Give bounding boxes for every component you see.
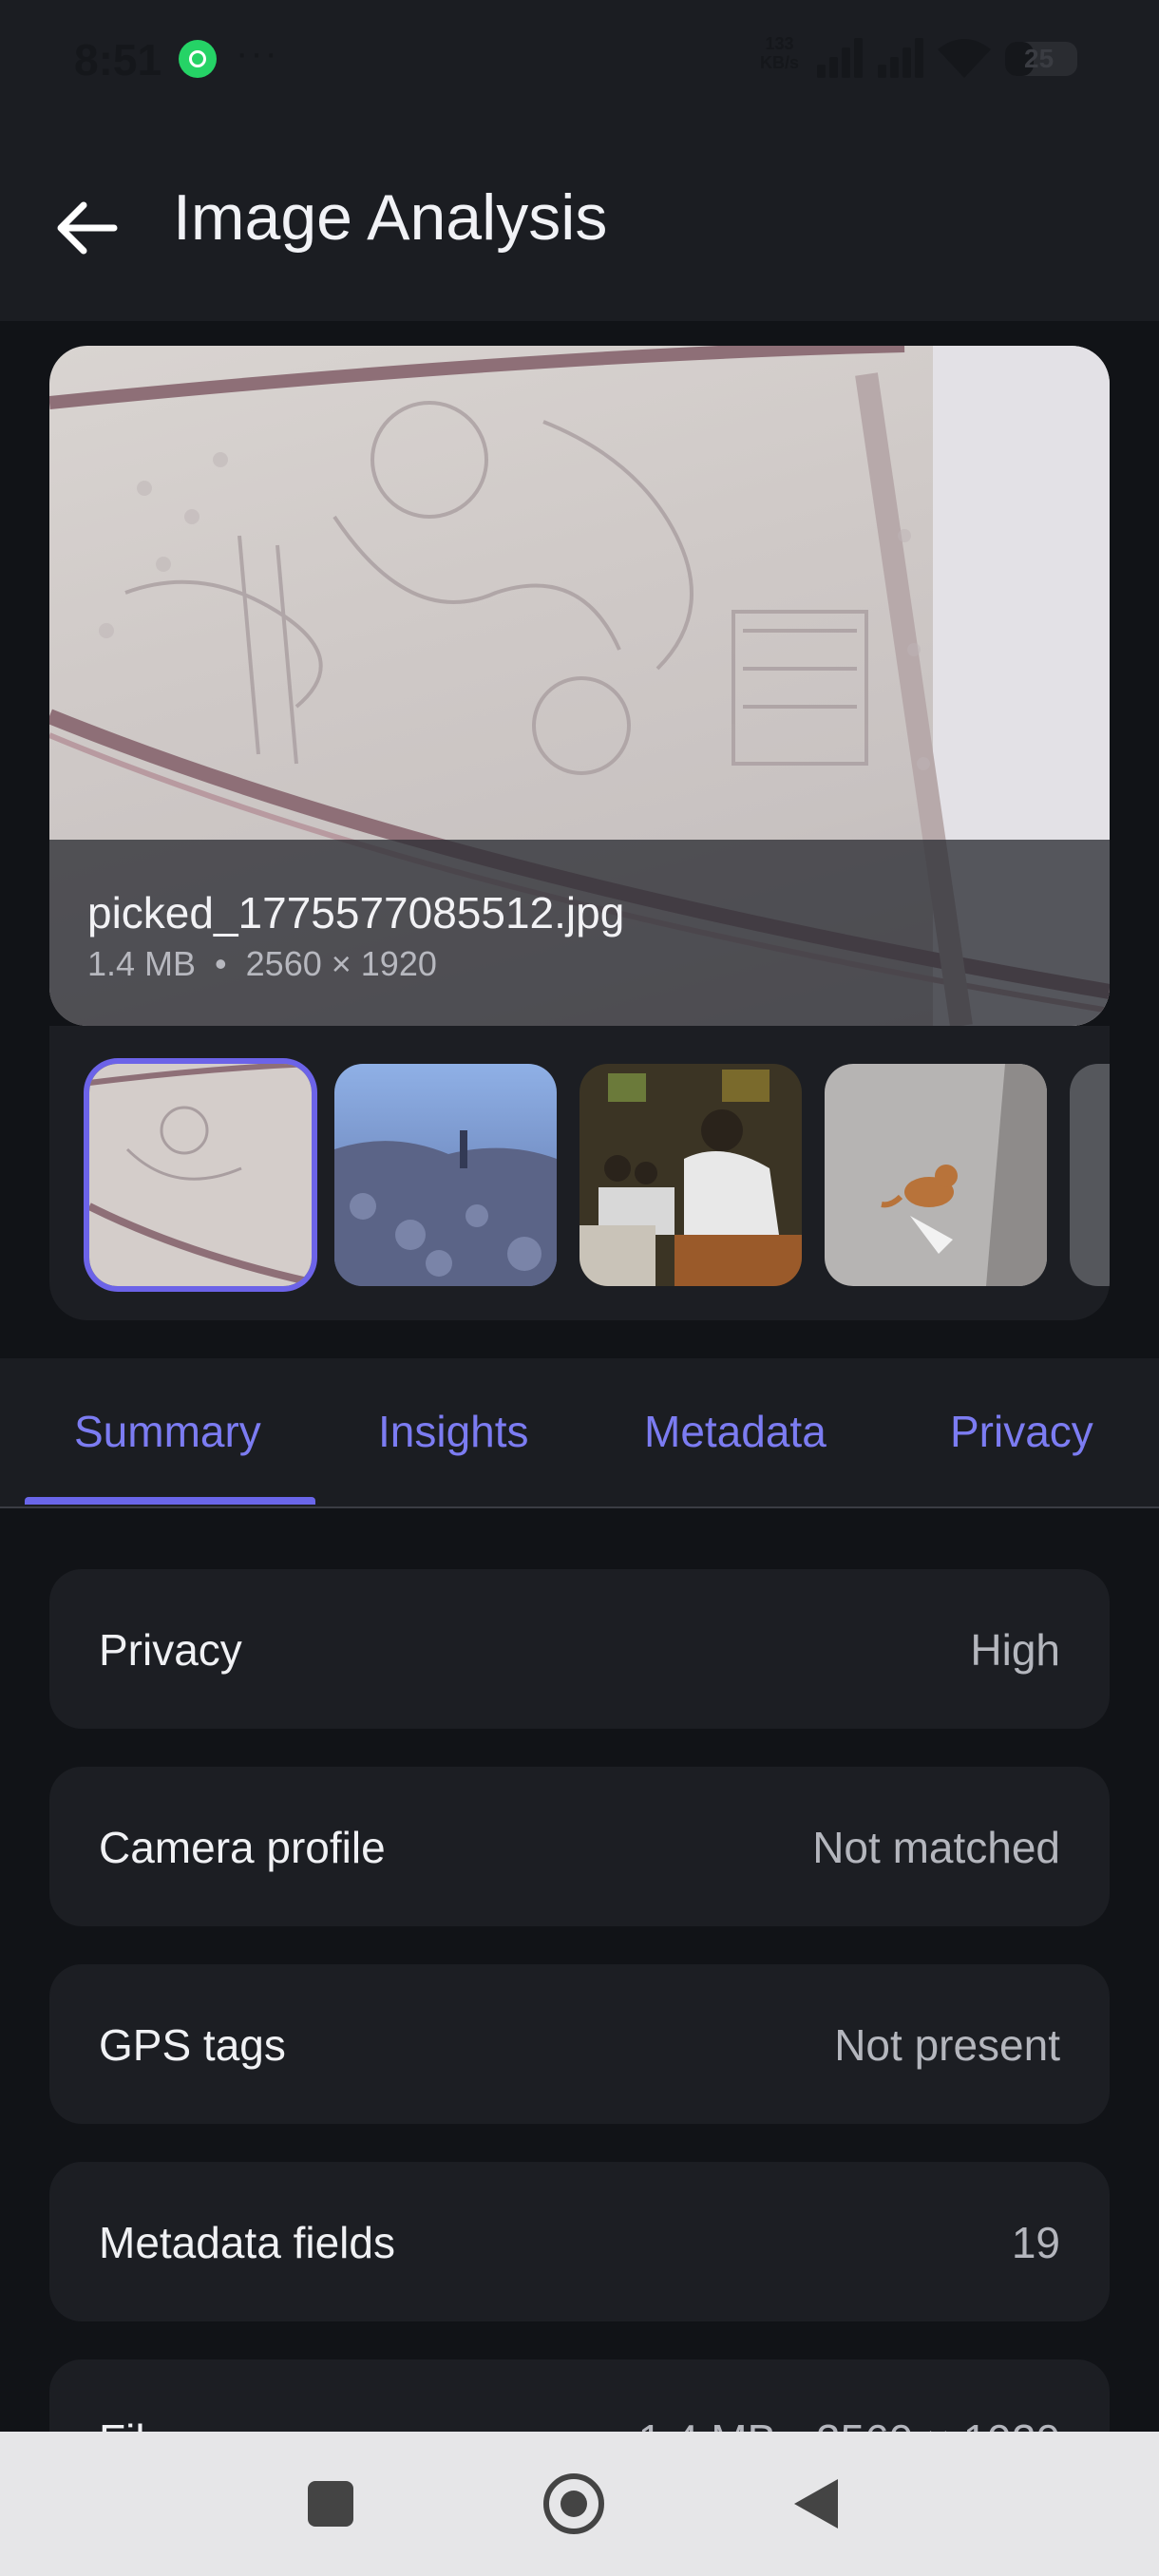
active-tab-indicator bbox=[25, 1497, 315, 1505]
summary-row-gps-tags: GPS tags Not present bbox=[49, 1964, 1110, 2124]
row-label: Camera profile bbox=[99, 1823, 386, 1872]
app-bar: Image Analysis bbox=[0, 114, 1159, 321]
row-label: Metadata fields bbox=[99, 2218, 395, 2267]
network-speed-unit: KB/s bbox=[760, 53, 800, 72]
selected-image-preview[interactable]: picked_1775577085512.jpg 1.4 MB • 2560 × 1… bbox=[49, 346, 1110, 1026]
image-thumbnail-strip[interactable] bbox=[49, 1026, 1110, 1320]
thumbnail-cat-image bbox=[825, 1064, 1047, 1286]
image-info-caption: picked_1775577085512.jpg 1.4 MB • 2560 × 1… bbox=[49, 840, 1110, 1026]
row-value: High bbox=[970, 1625, 1060, 1675]
thumbnail-rocky-landscape[interactable] bbox=[334, 1064, 557, 1286]
summary-row-camera-profile: Camera profile Not matched bbox=[49, 1767, 1110, 1926]
home-icon[interactable] bbox=[543, 2473, 604, 2534]
image-file-meta: 1.4 MB • 2560 × 1920 bbox=[87, 944, 437, 984]
back-arrow-icon[interactable] bbox=[53, 199, 120, 256]
summary-row-privacy: Privacy High bbox=[49, 1569, 1110, 1729]
tab-privacy[interactable]: Privacy bbox=[950, 1406, 1093, 1457]
row-value: Not present bbox=[834, 2020, 1060, 2070]
row-value: Not matched bbox=[812, 1823, 1060, 1872]
thumbnail-classroom[interactable] bbox=[580, 1064, 802, 1286]
wifi-icon bbox=[938, 39, 991, 78]
whatsapp-icon bbox=[179, 40, 217, 78]
signal-icon bbox=[878, 36, 931, 78]
back-triangle-icon[interactable] bbox=[794, 2479, 838, 2529]
image-dimensions: 2560 × 1920 bbox=[245, 944, 437, 983]
row-value: 19 bbox=[1011, 2218, 1060, 2267]
summary-row-metadata-fields: Metadata fields 19 bbox=[49, 2162, 1110, 2321]
tab-summary[interactable]: Summary bbox=[74, 1406, 261, 1457]
tab-metadata[interactable]: Metadata bbox=[644, 1406, 826, 1457]
meta-separator: • bbox=[215, 944, 227, 983]
thumbnail-carving-selected[interactable] bbox=[89, 1064, 312, 1286]
network-speed-value: 133 bbox=[765, 34, 794, 53]
battery-icon: 25 bbox=[1005, 42, 1077, 76]
status-time: 8:51 bbox=[74, 35, 162, 85]
thumbnail-cat-on-pavement[interactable] bbox=[825, 1064, 1047, 1286]
page-title: Image Analysis bbox=[173, 181, 608, 254]
image-filename: picked_1775577085512.jpg bbox=[87, 888, 625, 938]
row-label: Privacy bbox=[99, 1625, 242, 1675]
thumbnail-carving-image bbox=[89, 1064, 312, 1286]
more-notifications-icon: ··· bbox=[236, 32, 279, 74]
image-file-size: 1.4 MB bbox=[87, 944, 197, 983]
status-bar: 8:51 ··· 133 KB/s 25 bbox=[0, 0, 1159, 114]
row-label: GPS tags bbox=[99, 2020, 286, 2070]
network-speed: 133 KB/s bbox=[760, 34, 799, 72]
system-nav-bar bbox=[0, 2432, 1159, 2576]
thumbnail-classroom-image bbox=[580, 1064, 802, 1286]
signal-icon bbox=[817, 36, 870, 78]
thumbnail-partial[interactable] bbox=[1070, 1064, 1110, 1286]
tab-insights[interactable]: Insights bbox=[378, 1406, 529, 1457]
recents-icon[interactable] bbox=[308, 2481, 353, 2527]
analysis-tabs: Summary Insights Metadata Privacy bbox=[0, 1358, 1159, 1508]
battery-level: 25 bbox=[1024, 44, 1054, 73]
thumbnail-landscape-image bbox=[334, 1064, 557, 1286]
